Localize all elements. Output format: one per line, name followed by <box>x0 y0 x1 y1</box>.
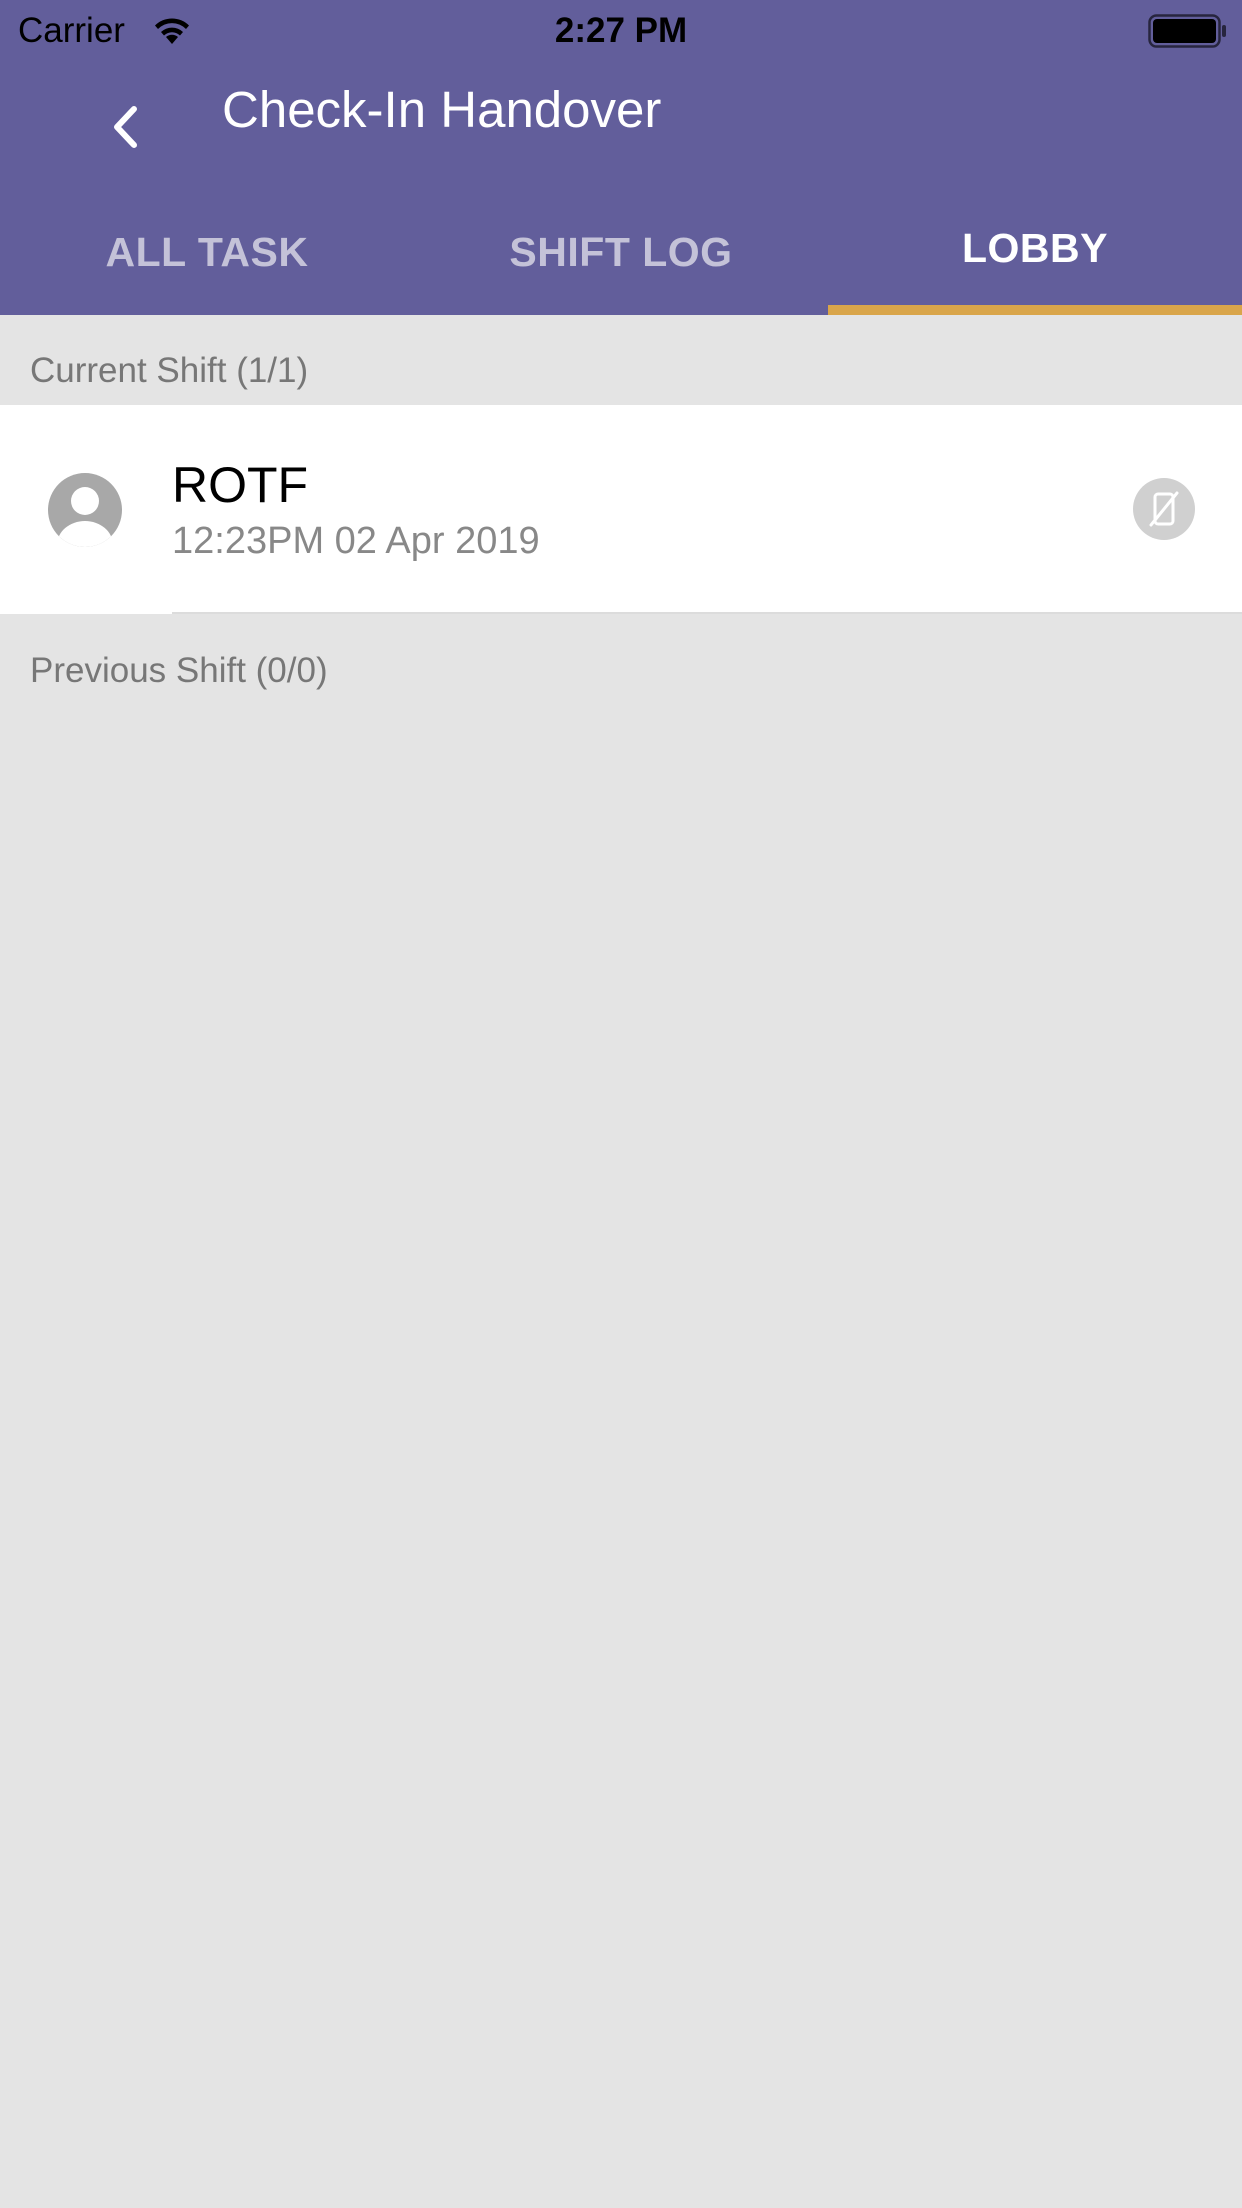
tab-bar: ALL TASK SHIFT LOG LOBBY <box>0 206 1242 315</box>
battery-icon <box>1148 14 1226 48</box>
app-header: Carrier 2:27 PM Check-In Handover ALL TA… <box>0 0 1242 315</box>
shift-user-name: ROTF <box>172 457 309 513</box>
tab-all-task[interactable]: ALL TASK <box>0 206 414 315</box>
previous-shift-header: Previous Shift (0/0) <box>30 651 328 690</box>
tab-shift-log[interactable]: SHIFT LOG <box>414 206 828 315</box>
page-title: Check-In Handover <box>222 81 662 138</box>
clock: 2:27 PM <box>554 11 688 50</box>
current-shift-header: Current Shift (1/1) <box>30 351 309 390</box>
status-bar: Carrier 2:27 PM <box>0 0 1242 62</box>
shift-timestamp: 12:23PM 02 Apr 2019 <box>172 520 540 562</box>
back-button[interactable] <box>96 92 156 162</box>
phone-slash-glyph <box>1149 491 1179 527</box>
person-avatar-icon <box>48 473 122 547</box>
no-phone-icon[interactable] <box>1133 478 1195 540</box>
row-divider <box>172 612 1242 614</box>
shift-list-item[interactable]: ROTF 12:23PM 02 Apr 2019 <box>0 405 1242 614</box>
chevron-left-icon <box>114 106 137 148</box>
tab-lobby[interactable]: LOBBY <box>828 206 1242 315</box>
